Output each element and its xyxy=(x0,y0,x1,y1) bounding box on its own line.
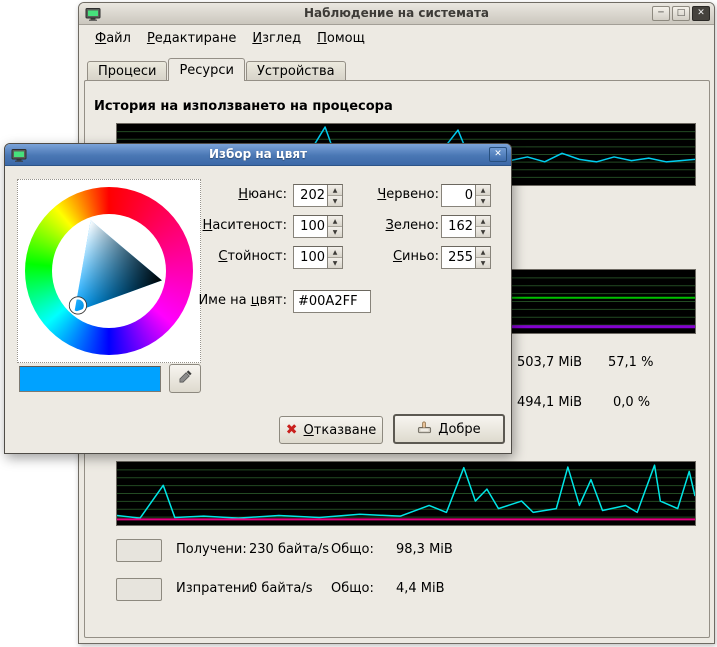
color-name-input[interactable] xyxy=(293,290,371,313)
green-label: Зелено: xyxy=(335,218,439,233)
hue-label: Нюанс: xyxy=(173,187,287,202)
value-label: Стойност: xyxy=(173,249,287,264)
received-rate: 230 байта/s xyxy=(249,542,329,557)
cancel-button[interactable]: ✖ Отказване xyxy=(279,416,383,444)
received-label: Получени: xyxy=(176,542,247,557)
hsv-triangle xyxy=(25,187,193,355)
spin-down-icon[interactable]: ▼ xyxy=(476,226,490,237)
menu-edit[interactable]: Редактиране xyxy=(139,28,244,49)
tab-resources[interactable]: Ресурси xyxy=(168,58,245,81)
spin-up-icon[interactable]: ▲ xyxy=(476,216,490,226)
ok-button-label: Добре xyxy=(438,422,480,437)
ok-icon xyxy=(417,420,432,439)
saturation-label: Наситеност: xyxy=(173,218,287,233)
sent-total-label: Общо: xyxy=(331,581,374,596)
eyedropper-button[interactable] xyxy=(169,364,201,393)
red-input[interactable] xyxy=(442,185,475,206)
memory-amount: 503,7 MiB xyxy=(517,355,582,370)
color-name-label: Име на цвят: xyxy=(173,293,287,308)
cancel-x-icon: ✖ xyxy=(286,423,298,437)
main-titlebar[interactable]: Наблюдение на системата ─ □ ✕ xyxy=(79,3,714,25)
swap-amount: 494,1 MiB xyxy=(517,395,582,410)
eyedropper-icon xyxy=(178,369,193,388)
color-preview xyxy=(19,366,161,392)
green-input[interactable] xyxy=(442,216,475,237)
sent-label: Изпратени: xyxy=(176,581,254,596)
red-spinner: ▲▼ xyxy=(441,184,491,207)
red-label: Червено: xyxy=(335,187,439,202)
sent-rate: 0 байта/s xyxy=(249,581,313,596)
menu-help[interactable]: Помощ xyxy=(309,28,373,49)
spin-down-icon[interactable]: ▼ xyxy=(476,257,490,268)
window-title: Наблюдение на системата xyxy=(109,6,684,20)
spin-up-icon[interactable]: ▲ xyxy=(476,247,490,257)
close-button[interactable]: ✕ xyxy=(692,6,710,21)
menubar: Файл Редактиране Изглед Помощ xyxy=(79,26,714,51)
ok-button[interactable]: Добре xyxy=(393,414,505,444)
cpu-history-heading: История на използването на процесора xyxy=(94,99,393,114)
dialog-close-button[interactable]: ✕ xyxy=(489,147,507,162)
menu-view[interactable]: Изглед xyxy=(244,28,309,49)
sent-total: 4,4 MiB xyxy=(396,581,445,596)
network-received-row: Получени: 230 байта/s Общо: 98,3 MiB xyxy=(116,539,691,562)
maximize-button[interactable]: □ xyxy=(672,6,690,21)
spin-up-icon[interactable]: ▲ xyxy=(476,185,490,195)
notebook-tabs: Процеси Ресурси Устройства xyxy=(87,58,347,81)
received-color-button[interactable] xyxy=(116,539,162,562)
tab-processes[interactable]: Процеси xyxy=(87,61,167,81)
minimize-button[interactable]: ─ xyxy=(652,6,670,21)
swap-percent: 0,0 % xyxy=(613,395,650,410)
saturation-input[interactable] xyxy=(294,216,327,237)
blue-spinner: ▲▼ xyxy=(441,246,491,269)
green-spinner: ▲▼ xyxy=(441,215,491,238)
tab-devices[interactable]: Устройства xyxy=(246,61,346,81)
memory-percent: 57,1 % xyxy=(608,355,653,370)
dialog-title: Избор на цвят xyxy=(35,147,481,161)
hue-input[interactable] xyxy=(294,185,327,206)
received-total-label: Общо: xyxy=(331,542,374,557)
spin-down-icon[interactable]: ▼ xyxy=(476,195,490,206)
dialog-controls: ✕ xyxy=(489,147,507,162)
network-history-chart xyxy=(116,461,696,526)
cancel-button-label: Отказване xyxy=(304,423,377,438)
window-controls: ─ □ ✕ xyxy=(652,6,710,21)
hue-saturation-wheel[interactable] xyxy=(17,179,201,363)
received-total: 98,3 MiB xyxy=(396,542,453,557)
blue-label: Синьо: xyxy=(335,249,439,264)
network-sent-row: Изпратени: 0 байта/s Общо: 4,4 MiB xyxy=(116,578,691,601)
menu-file[interactable]: Файл xyxy=(87,28,139,49)
value-input[interactable] xyxy=(294,247,327,268)
dialog-titlebar[interactable]: Избор на цвят ✕ xyxy=(5,144,511,166)
blue-input[interactable] xyxy=(442,247,475,268)
system-monitor-icon xyxy=(85,6,101,22)
sent-color-button[interactable] xyxy=(116,578,162,601)
system-monitor-icon xyxy=(11,147,27,163)
color-picker-dialog: Избор на цвят ✕ xyxy=(4,143,512,454)
